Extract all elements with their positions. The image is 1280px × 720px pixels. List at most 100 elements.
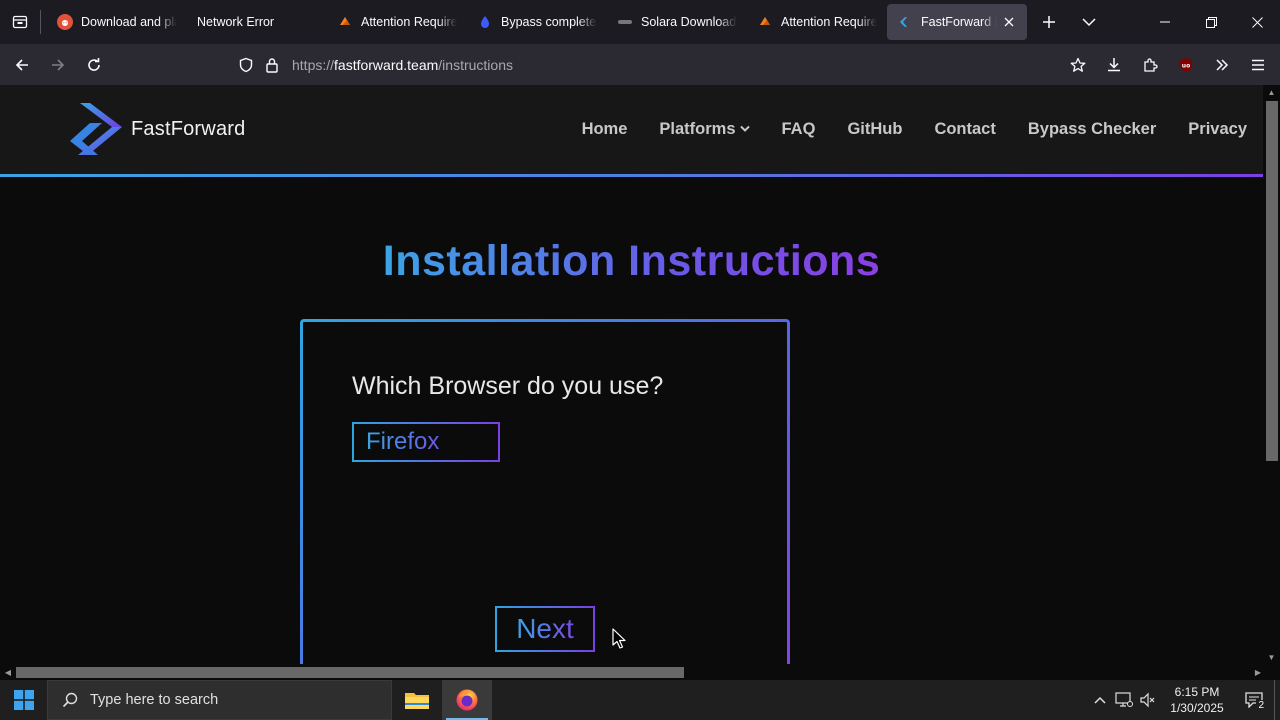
tab-title: Attention Required!	[781, 15, 877, 29]
action-center-button[interactable]: 2	[1234, 680, 1274, 720]
nav-link-github[interactable]: GitHub	[847, 120, 902, 139]
chevron-down-icon	[1082, 18, 1096, 27]
firefox-icon	[456, 689, 478, 711]
tab-title: Download and play	[81, 15, 177, 29]
nav-link-faq[interactable]: FAQ	[782, 120, 816, 139]
nav-link-contact[interactable]: Contact	[934, 120, 995, 139]
scroll-right-icon[interactable]: ▶	[1250, 664, 1266, 680]
reddit-icon	[57, 14, 73, 30]
tab-title: Network Error	[197, 15, 275, 29]
app-menu-button[interactable]	[1240, 49, 1276, 81]
url-bar[interactable]: https://fastforward.team/instructions	[228, 48, 1096, 81]
arrow-left-icon	[15, 58, 28, 71]
star-icon	[1070, 57, 1086, 72]
next-button-label: Next	[516, 613, 574, 644]
tab[interactable]: Attention Required!	[327, 4, 467, 40]
next-button[interactable]: Next	[495, 606, 595, 652]
hamburger-menu-icon	[1252, 59, 1264, 70]
lock-icon[interactable]	[260, 53, 284, 77]
browser-tab-strip: Download and play Network Error Attentio…	[0, 0, 1280, 44]
tab[interactable]: Attention Required!	[747, 4, 887, 40]
notification-count: 2	[1256, 700, 1266, 712]
restore-icon	[1205, 16, 1217, 28]
show-hidden-icons-button[interactable]	[1088, 680, 1112, 720]
search-icon	[62, 692, 78, 708]
vertical-scrollbar-thumb[interactable]	[1266, 101, 1278, 461]
taskbar-clock[interactable]: 6:15 PM 1/30/2025	[1160, 684, 1234, 716]
back-button[interactable]	[4, 49, 40, 81]
mouse-cursor-icon	[612, 628, 628, 655]
windows-logo-icon	[13, 690, 34, 710]
arrow-right-icon	[52, 58, 65, 71]
double-chevron-right-icon	[1216, 58, 1229, 71]
reload-icon	[88, 57, 100, 71]
bookmark-star-button[interactable]	[1060, 49, 1096, 81]
nav-link-privacy[interactable]: Privacy	[1188, 120, 1247, 139]
browser-choice-label: Firefox	[366, 428, 440, 455]
file-explorer-taskbar-button[interactable]	[392, 680, 442, 720]
tab[interactable]: Solara Download -	[607, 4, 747, 40]
extensions-button[interactable]	[1132, 49, 1168, 81]
new-tab-button[interactable]	[1029, 0, 1069, 44]
plus-icon	[1043, 16, 1055, 28]
instructions-card: Which Browser do you use? Firefox Next	[300, 319, 790, 680]
tracking-protection-shield-icon[interactable]	[234, 53, 258, 77]
browser-choice-firefox[interactable]: Firefox	[352, 422, 500, 462]
list-all-tabs-button[interactable]	[1069, 0, 1109, 44]
browser-question: Which Browser do you use?	[352, 372, 664, 400]
show-desktop-button[interactable]	[1274, 680, 1280, 720]
nav-link-bypass-checker[interactable]: Bypass Checker	[1028, 120, 1156, 139]
overflow-menu-button[interactable]	[1204, 49, 1240, 81]
tab-title: Attention Required!	[361, 15, 457, 29]
horizontal-scrollbar-thumb[interactable]	[16, 667, 684, 678]
clock-time: 6:15 PM	[1174, 685, 1220, 699]
browser-toolbar: https://fastforward.team/instructions uo	[0, 44, 1280, 85]
forward-button[interactable]	[40, 49, 76, 81]
header-gradient-divider	[0, 174, 1263, 177]
system-tray: 6:15 PM 1/30/2025 2	[1088, 680, 1280, 720]
tab-title: FastForward | Instructions	[921, 15, 997, 29]
firefox-view-button[interactable]	[0, 0, 40, 44]
tab-title: Bypass complete |	[501, 15, 597, 29]
download-icon	[1108, 57, 1120, 71]
scroll-up-icon[interactable]: ▲	[1263, 85, 1280, 99]
ublock-origin-button[interactable]: uo	[1168, 49, 1204, 81]
close-tab-icon[interactable]	[1001, 14, 1017, 30]
scroll-down-icon[interactable]: ▼	[1263, 650, 1280, 664]
cloudflare-icon	[337, 14, 353, 30]
page-viewport: FastForward Home Platforms FAQ GitHub Co…	[0, 85, 1280, 680]
firefox-view-icon	[12, 15, 28, 29]
volume-muted-icon[interactable]	[1136, 680, 1160, 720]
ublock-origin-icon: uo	[1180, 57, 1192, 72]
firefox-taskbar-button[interactable]	[442, 680, 492, 720]
tab[interactable]: Network Error	[187, 4, 327, 40]
search-placeholder: Type here to search	[90, 692, 219, 708]
taskbar-search-box[interactable]: Type here to search	[47, 680, 392, 720]
chevron-down-icon	[739, 124, 750, 136]
nav-link-home[interactable]: Home	[582, 120, 628, 139]
horizontal-scrollbar[interactable]: ◀ ▶	[0, 664, 1280, 680]
downloads-button[interactable]	[1096, 49, 1132, 81]
clock-date: 1/30/2025	[1170, 701, 1224, 715]
vertical-scrollbar[interactable]: ▲ ▼	[1263, 85, 1280, 664]
tab-active[interactable]: FastForward | Instructions	[887, 4, 1027, 40]
tab[interactable]: Bypass complete |	[467, 4, 607, 40]
url-text[interactable]: https://fastforward.team/instructions	[292, 57, 513, 73]
site-logo[interactable]: FastForward	[68, 101, 245, 157]
restore-button[interactable]	[1188, 0, 1234, 44]
scroll-left-icon[interactable]: ◀	[0, 664, 16, 680]
close-window-button[interactable]	[1234, 0, 1280, 44]
tab-title: Solara Download -	[641, 15, 737, 29]
close-icon	[1251, 16, 1263, 28]
minimize-button[interactable]	[1142, 0, 1188, 44]
reload-button[interactable]	[76, 49, 112, 81]
nav-link-platforms[interactable]: Platforms	[659, 120, 750, 139]
ublock-badge-text: uo	[1182, 62, 1190, 69]
tab[interactable]: Download and play	[47, 4, 187, 40]
network-icon[interactable]	[1112, 680, 1136, 720]
url-path: /instructions	[438, 56, 513, 73]
site-header: FastForward Home Platforms FAQ GitHub Co…	[0, 85, 1263, 177]
start-button[interactable]	[0, 680, 47, 720]
chevron-up-icon	[1094, 696, 1106, 704]
tab-divider	[40, 10, 41, 34]
